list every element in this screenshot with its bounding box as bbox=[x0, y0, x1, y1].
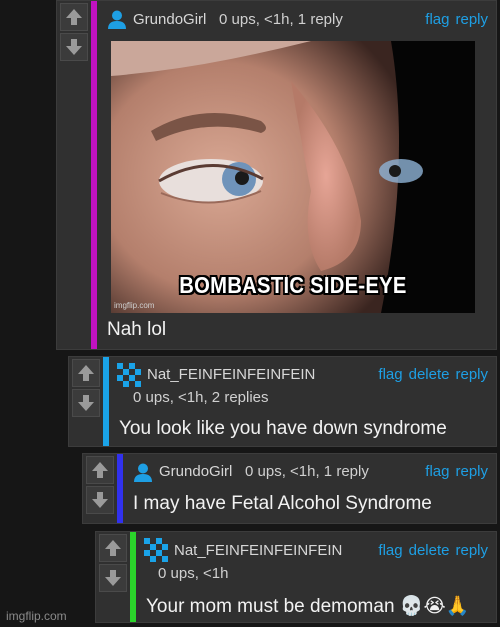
meme-watermark: imgflip.com bbox=[114, 301, 155, 310]
comment-actions: flag reply bbox=[419, 11, 488, 28]
comment-text: Nah lol bbox=[107, 319, 167, 340]
comment-actions: flag delete reply bbox=[372, 542, 488, 559]
comment-actions: flag reply bbox=[419, 463, 488, 480]
vote-controls bbox=[96, 532, 130, 594]
reply-link[interactable]: reply bbox=[455, 542, 488, 559]
user-avatar-icon[interactable] bbox=[133, 462, 153, 482]
flag-link[interactable]: flag bbox=[425, 463, 449, 480]
vote-controls bbox=[57, 1, 91, 63]
upvote-arrow-icon bbox=[103, 538, 123, 558]
upvote-button[interactable] bbox=[86, 456, 114, 484]
upvote-button[interactable] bbox=[72, 359, 100, 387]
comment-meta: 0 ups, <1h bbox=[158, 565, 229, 582]
comment-meta: 0 ups, <1h, 1 reply bbox=[219, 11, 343, 28]
delete-link[interactable]: delete bbox=[409, 542, 450, 559]
upvote-arrow-icon bbox=[64, 7, 84, 27]
comment-3: GrundoGirl 0 ups, <1h, 1 reply flag reply… bbox=[82, 453, 497, 524]
upvote-arrow-icon bbox=[76, 363, 96, 383]
reply-link[interactable]: reply bbox=[455, 463, 488, 480]
flag-link[interactable]: flag bbox=[378, 542, 402, 559]
comment-body: GrundoGirl 0 ups, <1h, 1 reply flag reply… bbox=[123, 454, 496, 523]
upvote-button[interactable] bbox=[99, 534, 127, 562]
username-link[interactable]: Nat_FEINFEINFEINFEIN bbox=[174, 542, 342, 559]
comment-1: GrundoGirl 0 ups, <1h, 1 reply flag reply bbox=[56, 0, 497, 350]
meme-caption: BOMBASTIC SIDE-EYE bbox=[179, 272, 407, 298]
reply-link[interactable]: reply bbox=[455, 11, 488, 28]
comment-2: Nat_FEINFEINFEINFEIN flag delete reply 0 u… bbox=[68, 356, 497, 447]
comment-body: Nat_FEINFEINFEINFEIN flag delete reply 0 u… bbox=[109, 357, 496, 446]
downvote-button[interactable] bbox=[72, 389, 100, 417]
meme-image[interactable]: BOMBASTIC SIDE-EYE imgflip.com bbox=[111, 41, 475, 313]
username-link[interactable]: GrundoGirl bbox=[133, 11, 206, 28]
comment-body: Nat_FEINFEINFEINFEIN flag delete reply 0 u… bbox=[136, 532, 496, 622]
flag-link[interactable]: flag bbox=[378, 366, 402, 383]
comment-text: You look like you have down syndrome bbox=[119, 418, 447, 439]
downvote-button[interactable] bbox=[60, 33, 88, 61]
downvote-button[interactable] bbox=[86, 486, 114, 514]
flag-link[interactable]: flag bbox=[425, 11, 449, 28]
downvote-button[interactable] bbox=[99, 564, 127, 592]
delete-link[interactable]: delete bbox=[409, 366, 450, 383]
upvote-button[interactable] bbox=[60, 3, 88, 31]
username-link[interactable]: GrundoGirl bbox=[159, 463, 232, 480]
comment-actions: flag delete reply bbox=[372, 366, 488, 383]
pixel-avatar-icon[interactable] bbox=[144, 538, 168, 562]
comment-text: I may have Fetal Alcohol Syndrome bbox=[133, 493, 432, 514]
reply-link[interactable]: reply bbox=[455, 366, 488, 383]
vote-controls bbox=[83, 454, 117, 516]
user-avatar-icon[interactable] bbox=[107, 9, 127, 29]
pixel-avatar-icon[interactable] bbox=[117, 363, 141, 387]
downvote-arrow-icon bbox=[76, 393, 96, 413]
upvote-arrow-icon bbox=[90, 460, 110, 480]
comment-text: Your mom must be demoman 💀😭🙏 bbox=[146, 596, 470, 617]
downvote-arrow-icon bbox=[64, 37, 84, 57]
comment-meta: 0 ups, <1h, 2 replies bbox=[133, 389, 269, 406]
imgflip-watermark: imgflip.com bbox=[6, 609, 67, 623]
username-link[interactable]: Nat_FEINFEINFEINFEIN bbox=[147, 366, 315, 383]
vote-controls bbox=[69, 357, 103, 419]
comment-body: GrundoGirl 0 ups, <1h, 1 reply flag reply bbox=[97, 1, 496, 349]
downvote-arrow-icon bbox=[103, 568, 123, 588]
comment-meta: 0 ups, <1h, 1 reply bbox=[245, 463, 369, 480]
downvote-arrow-icon bbox=[90, 490, 110, 510]
comment-4: Nat_FEINFEINFEINFEIN flag delete reply 0 u… bbox=[95, 531, 497, 623]
